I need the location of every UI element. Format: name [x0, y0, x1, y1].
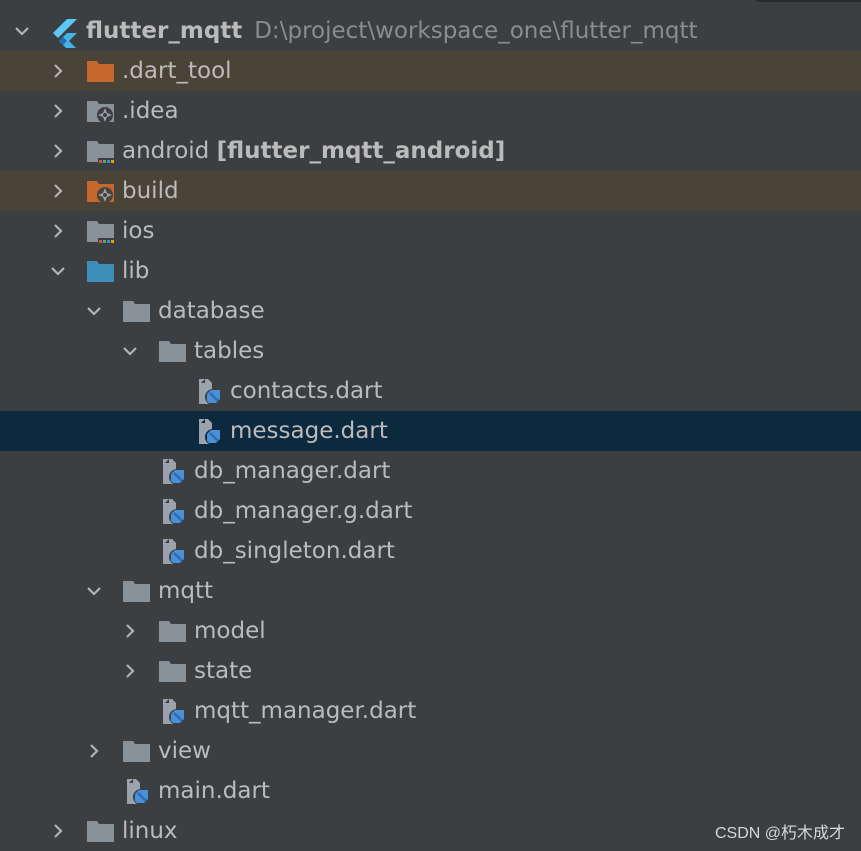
tree-item-model[interactable]: model [0, 611, 861, 651]
folder-excluded-icon [86, 58, 116, 84]
dart-file-icon [196, 378, 226, 405]
tree-item-db-manager-g-dart[interactable]: db_manager.g.dart [0, 491, 861, 531]
folder-icon [158, 658, 188, 684]
chevron-right-icon[interactable] [45, 818, 71, 844]
tree-root-row[interactable]: flutter_mqtt D:\project\workspace_one\flu… [0, 11, 861, 51]
tree-item-state[interactable]: state [0, 651, 861, 691]
chevron-right-icon[interactable] [45, 98, 71, 124]
chevron-right-icon[interactable] [45, 178, 71, 204]
tree-item-label: .dart_tool [122, 58, 232, 84]
tree-item-db-manager-dart[interactable]: db_manager.dart [0, 451, 861, 491]
chevron-down-icon[interactable] [81, 578, 107, 604]
tree-item-label: mqtt [158, 578, 214, 604]
chevron-down-icon[interactable] [81, 298, 107, 324]
tree-item-label: ios [122, 218, 155, 244]
folder-module-icon [86, 218, 116, 244]
tree-item-ios[interactable]: ios [0, 211, 861, 251]
folder-icon [158, 618, 188, 644]
tree-item-label: db_manager.g.dart [194, 498, 413, 524]
tree-item-contacts-dart[interactable]: contacts.dart [0, 371, 861, 411]
tree-item-database[interactable]: database [0, 291, 861, 331]
tree-item-label: state [194, 658, 253, 684]
tree-item-db-singleton-dart[interactable]: db_singleton.dart [0, 531, 861, 571]
tree-item-lib[interactable]: lib [0, 251, 861, 291]
tree-item-label: mqtt_manager.dart [194, 698, 417, 724]
watermark: CSDN @朽木成才 [714, 825, 845, 842]
tree-item-label: message.dart [230, 418, 388, 444]
chevron-right-icon[interactable] [117, 618, 143, 644]
folder-icon [86, 818, 116, 844]
tree-item-label: db_manager.dart [194, 458, 391, 484]
module-name-label: [flutter_mqtt_android] [216, 138, 506, 164]
folder-icon [122, 578, 152, 604]
chevron-right-icon[interactable] [45, 58, 71, 84]
dart-file-icon [160, 538, 190, 565]
window-edge [756, 0, 861, 2]
project-name: flutter_mqtt [86, 18, 243, 44]
project-path: D:\project\workspace_one\flutter_mqtt [254, 18, 698, 44]
chevron-right-icon[interactable] [117, 658, 143, 684]
tree-item-idea[interactable]: .idea [0, 91, 861, 131]
tree-item-label: build [122, 178, 179, 204]
folder-icon [122, 298, 152, 324]
tree-item-mqtt[interactable]: mqtt [0, 571, 861, 611]
chevron-down-icon[interactable] [9, 18, 35, 44]
tree-item-mqtt-manager-dart[interactable]: mqtt_manager.dart [0, 691, 861, 731]
tree-item-message-dart[interactable]: message.dart [0, 411, 861, 451]
folder-icon [122, 738, 152, 764]
tree-item-dart-tool[interactable]: .dart_tool [0, 51, 861, 91]
dart-file-icon [124, 778, 154, 805]
tree-item-label: view [158, 738, 211, 764]
folder-source-icon [86, 258, 116, 284]
tree-item-label: lib [122, 258, 150, 284]
folder-module-icon [86, 138, 116, 164]
dart-file-icon [160, 458, 190, 485]
project-root-label: flutter_mqtt D:\project\workspace_one\flu… [86, 11, 698, 51]
chevron-right-icon[interactable] [81, 738, 107, 764]
tree-item-view[interactable]: view [0, 731, 861, 771]
tree-item-label: tables [194, 338, 265, 364]
tree-item-label-group: android [flutter_mqtt_android] [122, 131, 505, 171]
tree-item-main-dart[interactable]: main.dart [0, 771, 861, 811]
folder-config-icon [86, 98, 116, 124]
tree-item-label: db_singleton.dart [194, 538, 395, 564]
tree-item-label: contacts.dart [230, 378, 383, 404]
dart-file-icon [196, 418, 226, 445]
tree-item-label: database [158, 298, 265, 324]
tree-item-build[interactable]: build [0, 171, 861, 211]
chevron-right-icon[interactable] [45, 138, 71, 164]
flutter-logo-icon [50, 18, 80, 49]
tree-item-label: .idea [122, 98, 179, 124]
folder-icon [158, 338, 188, 364]
tree-item-android[interactable]: android [flutter_mqtt_android] [0, 131, 861, 171]
tree-item-label: android [122, 138, 210, 164]
chevron-right-icon[interactable] [45, 218, 71, 244]
tree-item-label: main.dart [158, 778, 270, 804]
chevron-down-icon[interactable] [45, 258, 71, 284]
chevron-down-icon[interactable] [117, 338, 143, 364]
folder-excluded-config-icon [86, 178, 116, 204]
dart-file-icon [160, 498, 190, 525]
dart-file-icon [160, 698, 190, 725]
tree-item-tables[interactable]: tables [0, 331, 861, 371]
tree-item-label: model [194, 618, 266, 644]
tree-item-label: linux [122, 818, 178, 844]
